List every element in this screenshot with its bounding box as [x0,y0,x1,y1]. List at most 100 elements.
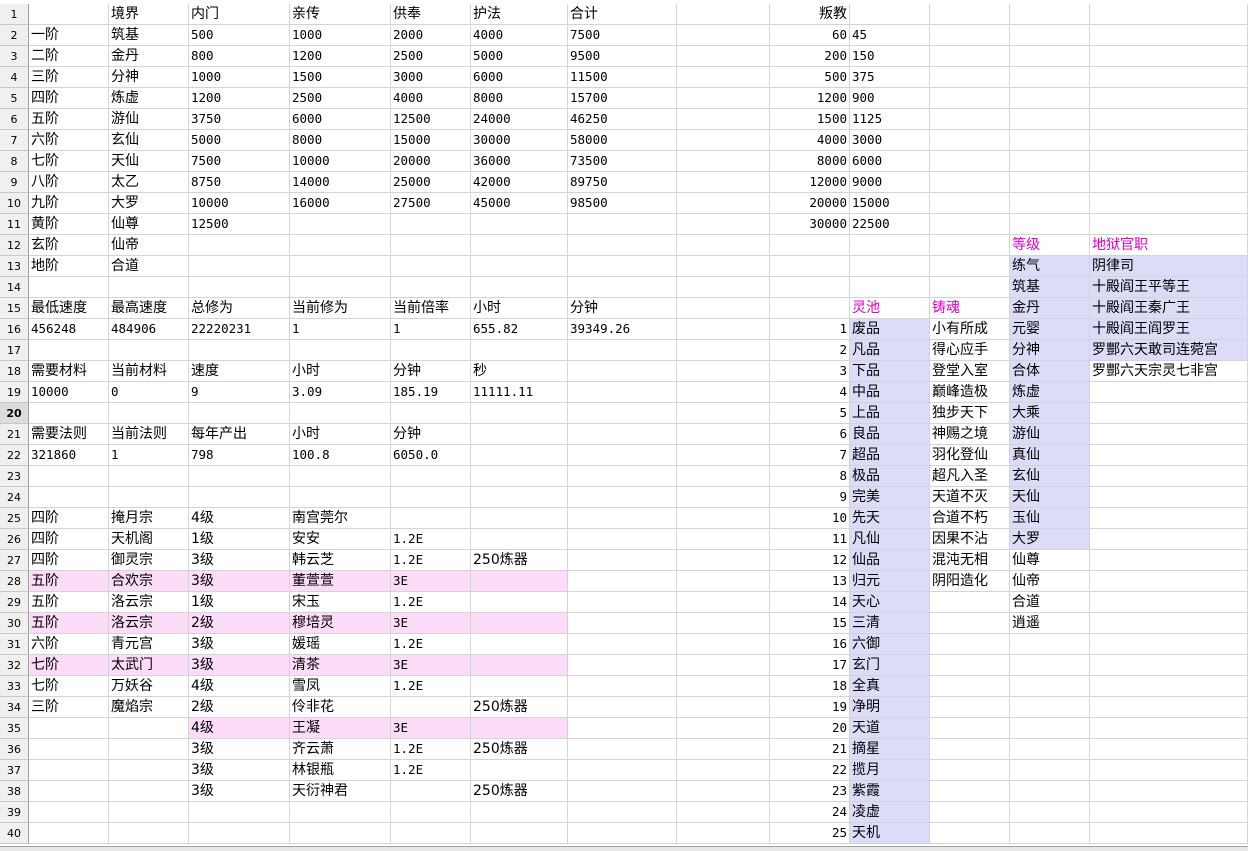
cell-H11[interactable] [677,214,770,235]
cell-N37[interactable] [1090,760,1248,781]
cell-I2[interactable]: 60 [770,25,850,46]
cell-G37[interactable] [568,760,677,781]
cell-I27[interactable]: 12 [770,550,850,571]
cell-G20[interactable] [568,403,677,424]
cell-D10[interactable]: 16000 [290,193,391,214]
cell-B39[interactable] [109,802,189,823]
cell-K40[interactable] [930,823,1010,844]
cell-B26[interactable]: 天机阁 [109,529,189,550]
cell-N12[interactable]: 地狱官职 [1090,235,1248,256]
cell-D14[interactable] [290,277,391,298]
cell-C23[interactable] [189,466,290,487]
cell-C26[interactable]: 1级 [189,529,290,550]
cell-M2[interactable] [1010,25,1090,46]
cell-I28[interactable]: 13 [770,571,850,592]
cell-M30[interactable]: 逍遥 [1010,613,1090,634]
cell-M29[interactable]: 合道 [1010,592,1090,613]
cell-G19[interactable] [568,382,677,403]
cell-J21[interactable]: 良品 [850,424,930,445]
row-header[interactable]: 5 [0,88,29,109]
cell-N27[interactable] [1090,550,1248,571]
cell-C19[interactable]: 9 [189,382,290,403]
cell-N19[interactable] [1090,382,1248,403]
cell-I38[interactable]: 23 [770,781,850,802]
cell-E23[interactable] [391,466,471,487]
cell-B21[interactable]: 当前法则 [109,424,189,445]
cell-N18[interactable]: 罗酆六天宗灵七非宫 [1090,361,1248,382]
cell-K6[interactable] [930,109,1010,130]
cell-E33[interactable]: 1.2E [391,676,471,697]
cell-H20[interactable] [677,403,770,424]
cell-F15[interactable]: 小时 [471,298,568,319]
cell-C31[interactable]: 3级 [189,634,290,655]
cell-B10[interactable]: 大罗 [109,193,189,214]
cell-B17[interactable] [109,340,189,361]
cell-E26[interactable]: 1.2E [391,529,471,550]
cell-M31[interactable] [1010,634,1090,655]
cell-K32[interactable] [930,655,1010,676]
row-header[interactable]: 8 [0,151,29,172]
cell-N5[interactable] [1090,88,1248,109]
cell-D5[interactable]: 2500 [290,88,391,109]
cell-D8[interactable]: 10000 [290,151,391,172]
cell-B14[interactable] [109,277,189,298]
cell-C22[interactable]: 798 [189,445,290,466]
cell-F5[interactable]: 8000 [471,88,568,109]
cell-E31[interactable]: 1.2E [391,634,471,655]
cell-D15[interactable]: 当前修为 [290,298,391,319]
cell-N3[interactable] [1090,46,1248,67]
cell-G4[interactable]: 11500 [568,67,677,88]
cell-E40[interactable] [391,823,471,844]
cell-N6[interactable] [1090,109,1248,130]
cell-C37[interactable]: 3级 [189,760,290,781]
cell-E4[interactable]: 3000 [391,67,471,88]
cell-G33[interactable] [568,676,677,697]
cell-K5[interactable] [930,88,1010,109]
cell-I5[interactable]: 1200 [770,88,850,109]
cell-K13[interactable] [930,256,1010,277]
row-header[interactable]: 29 [0,592,29,613]
cell-I9[interactable]: 12000 [770,172,850,193]
cell-K26[interactable]: 因果不沾 [930,529,1010,550]
cell-M23[interactable]: 玄仙 [1010,466,1090,487]
cell-I34[interactable]: 19 [770,697,850,718]
cell-A36[interactable] [29,739,109,760]
cell-A2[interactable]: 一阶 [29,25,109,46]
cell-D23[interactable] [290,466,391,487]
cell-K14[interactable] [930,277,1010,298]
cell-M15[interactable]: 金丹 [1010,298,1090,319]
cell-A37[interactable] [29,760,109,781]
cell-G15[interactable]: 分钟 [568,298,677,319]
cell-H3[interactable] [677,46,770,67]
cell-M36[interactable] [1010,739,1090,760]
cell-B4[interactable]: 分神 [109,67,189,88]
cell-J28[interactable]: 归元 [850,571,930,592]
cell-J31[interactable]: 六御 [850,634,930,655]
cell-H19[interactable] [677,382,770,403]
cell-B36[interactable] [109,739,189,760]
cell-A5[interactable]: 四阶 [29,88,109,109]
cell-A30[interactable]: 五阶 [29,613,109,634]
cell-H27[interactable] [677,550,770,571]
row-header[interactable]: 13 [0,256,29,277]
cell-A19[interactable]: 10000 [29,382,109,403]
cell-H33[interactable] [677,676,770,697]
cell-H31[interactable] [677,634,770,655]
cell-E21[interactable]: 分钟 [391,424,471,445]
cell-B12[interactable]: 仙帝 [109,235,189,256]
row-header[interactable]: 31 [0,634,29,655]
cell-D12[interactable] [290,235,391,256]
cell-A15[interactable]: 最低速度 [29,298,109,319]
cell-J33[interactable]: 全真 [850,676,930,697]
row-header[interactable]: 6 [0,109,29,130]
cell-E7[interactable]: 15000 [391,130,471,151]
cell-N24[interactable] [1090,487,1248,508]
cell-E18[interactable]: 分钟 [391,361,471,382]
cell-K34[interactable] [930,697,1010,718]
cell-F9[interactable]: 42000 [471,172,568,193]
cell-I17[interactable]: 2 [770,340,850,361]
cell-J22[interactable]: 超品 [850,445,930,466]
cell-K11[interactable] [930,214,1010,235]
cell-K16[interactable]: 小有所成 [930,319,1010,340]
cell-H30[interactable] [677,613,770,634]
